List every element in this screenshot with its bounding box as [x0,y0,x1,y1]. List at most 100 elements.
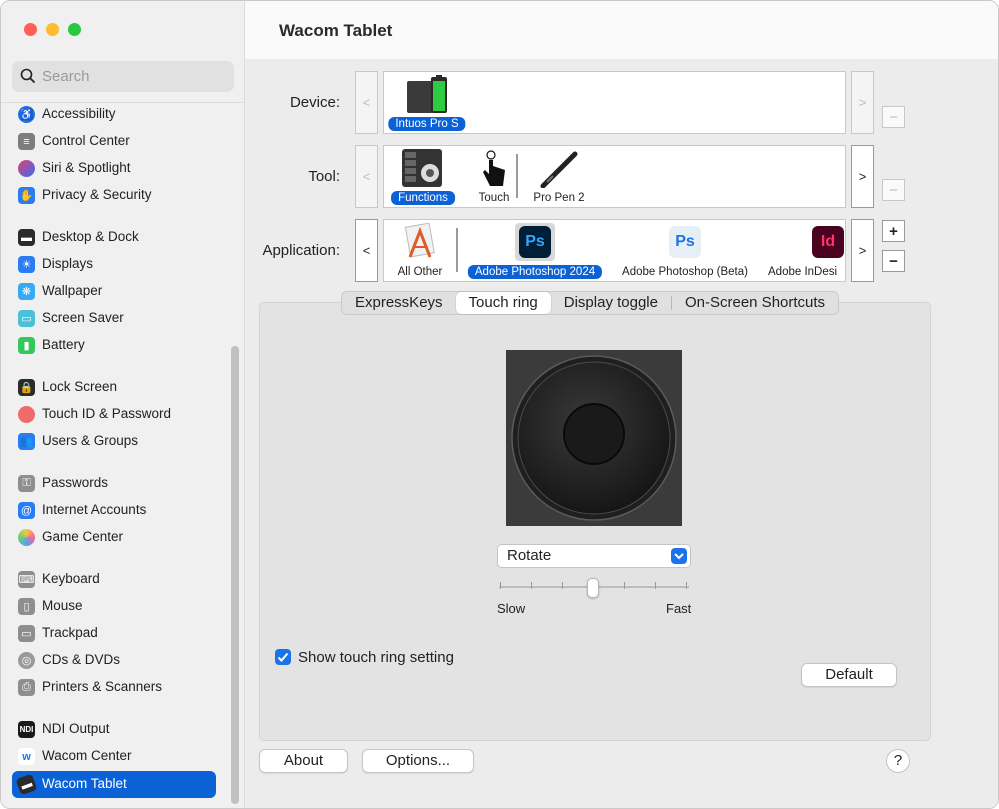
application-next-button[interactable]: > [851,219,874,282]
sidebar-item-displays[interactable]: ☀ Displays [12,251,216,278]
device-strip: Intuos Pro S [383,71,846,134]
search-icon [20,68,36,84]
sidebar-item-privacy-security[interactable]: ✋ Privacy & Security [12,182,216,209]
sidebar-item-trackpad[interactable]: ▭ Trackpad [12,620,216,647]
hand-icon: ✋ [18,187,35,204]
trackpad-icon: ▭ [18,625,35,642]
help-button[interactable]: ? [886,749,910,773]
wacom-center-icon: w [18,748,35,765]
sidebar-item-users-groups[interactable]: 👥 Users & Groups [12,428,216,455]
control-center-icon: ≡ [18,133,35,150]
sidebar-item-ndi-output[interactable]: NDI NDI Output [12,716,216,743]
all-other-app-icon [404,223,435,258]
tab-on-screen-shortcuts[interactable]: On-Screen Shortcuts [672,292,838,314]
slider-tick [686,582,687,589]
sidebar-item-cds-dvds[interactable]: ◎ CDs & DVDs [12,647,216,674]
device-name: Intuos Pro S [388,117,466,131]
accessibility-icon: ♿ [18,106,35,123]
disc-icon: ◎ [18,652,35,669]
printer-icon: ⎙ [18,679,35,696]
sidebar-item-battery[interactable]: ▮ Battery [12,332,216,359]
tool-strip: Functions Touch Pro Pen 2 [383,145,846,208]
application-remove-button[interactable]: − [882,250,905,272]
functions-icon [402,149,442,187]
sun-icon: ☀ [18,256,35,273]
sidebar-item-wallpaper[interactable]: ❋ Wallpaper [12,278,216,305]
app-tile-photoshop-beta[interactable]: Ps Adobe Photoshop (Beta) [610,220,760,281]
tool-tile-pen[interactable]: Pro Pen 2 [524,146,594,207]
app-tile-photoshop-2024[interactable]: Ps Adobe Photoshop 2024 [462,220,608,281]
default-button[interactable]: Default [801,663,897,687]
minimize-button[interactable] [46,23,59,36]
sidebar-item-control-center[interactable]: ≡ Control Center [12,128,216,155]
checkmark-icon [277,652,289,662]
close-button[interactable] [24,23,37,36]
sidebar-scrollbar[interactable] [231,346,239,804]
tool-next-button[interactable]: > [851,145,874,208]
title-bar: Wacom Tablet [245,1,998,59]
app-tile-all-other[interactable]: All Other [386,220,454,281]
device-tile[interactable]: Intuos Pro S [386,72,468,133]
main-pane: Wacom Tablet Device: < Intuos Pro S > − … [245,1,998,808]
sidebar-item-accessibility[interactable]: ♿ Accessibility [12,101,216,128]
search-field[interactable]: Search [12,61,234,92]
tool-divider [516,154,518,198]
ndi-icon: NDI [18,721,35,738]
show-setting-checkbox[interactable] [275,649,291,665]
tab-display-toggle[interactable]: Display toggle [551,292,671,314]
tool-tile-functions[interactable]: Functions [386,146,460,207]
app-divider [456,228,458,272]
about-button[interactable]: About [259,749,348,773]
sidebar-item-game-center[interactable]: Game Center [12,524,216,551]
tool-remove-button[interactable]: − [882,179,905,201]
application-prev-button[interactable]: < [355,219,378,282]
touch-hand-icon [483,150,505,186]
sidebar-item-desktop-dock[interactable]: ▬ Desktop & Dock [12,224,216,251]
app-all-other-label: All Other [397,266,443,278]
slider-tick [655,582,656,589]
chevron-down-icon [671,548,687,564]
users-icon: 👥 [18,433,35,450]
sidebar-item-wacom-tablet[interactable]: ▬ Wacom Tablet [12,771,216,798]
sidebar-item-screen-saver[interactable]: ▭ Screen Saver [12,305,216,332]
zoom-button[interactable] [68,23,81,36]
tool-functions-label: Functions [391,191,455,205]
dock-icon: ▬ [18,229,35,246]
at-icon: @ [18,502,35,519]
app-photoshop-beta-label: Adobe Photoshop (Beta) [622,266,748,278]
sidebar-item-printers-scanners[interactable]: ⎙ Printers & Scanners [12,674,216,701]
photoshop-2024-icon: Ps [515,223,555,261]
speed-slider-knob[interactable] [587,578,599,598]
application-add-button[interactable]: + [882,220,905,242]
options-button[interactable]: Options... [362,749,474,773]
sidebar-item-internet-accounts[interactable]: @ Internet Accounts [12,497,216,524]
device-prev-button[interactable]: < [355,71,378,134]
tab-expresskeys[interactable]: ExpressKeys [342,292,456,314]
tool-prev-button[interactable]: < [355,145,378,208]
slider-tick [500,582,501,589]
slider-min-label: Slow [497,601,526,616]
touch-ring-icon [511,355,677,521]
sidebar-item-siri-spotlight[interactable]: Siri & Spotlight [12,155,216,182]
app-tile-indesign[interactable]: Id Adobe InDesi [764,220,844,281]
slider-tick [531,582,532,589]
slider-tick [624,582,625,589]
device-remove-button[interactable]: − [882,106,905,128]
sidebar-item-mouse[interactable]: ▯ Mouse [12,593,216,620]
tool-pen-label: Pro Pen 2 [533,192,585,204]
app-photoshop-2024-label: Adobe Photoshop 2024 [467,265,603,279]
application-strip: All Other Ps Adobe Photoshop 2024 Ps Ado… [383,219,846,282]
ring-function-select[interactable]: Rotate [497,544,691,568]
fingerprint-icon [18,406,35,423]
tab-touch-ring[interactable]: Touch ring [455,292,551,314]
sidebar-item-touch-id[interactable]: Touch ID & Password [12,401,216,428]
wacom-tablet-icon: ▬ [15,773,38,796]
sidebar-item-lock-screen[interactable]: 🔒 Lock Screen [12,374,216,401]
page-title: Wacom Tablet [279,21,393,40]
sidebar-item-wacom-center[interactable]: w Wacom Center [12,743,216,770]
device-next-button[interactable]: > [851,71,874,134]
sidebar-item-keyboard[interactable]: ⌨ Keyboard [12,566,216,593]
sidebar-item-passwords[interactable]: ⚿ Passwords [12,470,216,497]
tool-tile-touch[interactable]: Touch [464,146,524,207]
wallpaper-icon: ❋ [18,283,35,300]
